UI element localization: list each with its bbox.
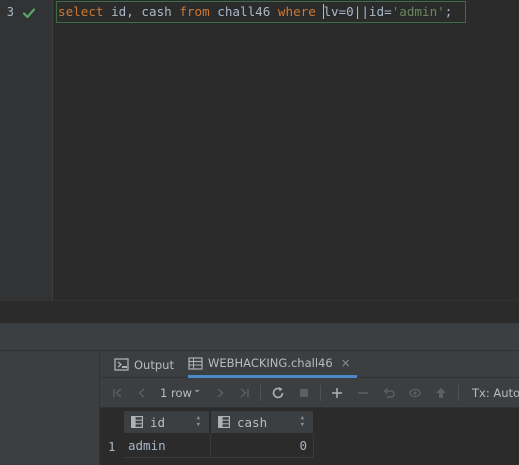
- tab-output[interactable]: Output: [114, 351, 174, 378]
- tab-result-table-label: WEBHACKING.chall46: [208, 356, 333, 370]
- result-toolbar: 1 row ⌄ Tx: Auto ⌄: [100, 378, 519, 408]
- query-text: id, cash: [103, 4, 180, 19]
- add-row-icon[interactable]: [329, 385, 345, 401]
- tab-result-table[interactable]: WEBHACKING.chall46 ×: [188, 351, 357, 378]
- column-header-label: id: [150, 414, 166, 430]
- chevron-down-icon[interactable]: ⌄: [193, 384, 201, 395]
- query-text: chall46: [209, 4, 278, 19]
- column-icon: [218, 416, 230, 428]
- semicolon: ;: [444, 4, 453, 19]
- sql-editor[interactable]: 3 select id, cash from chall46 where lv=…: [0, 0, 519, 300]
- column-header-label: cash: [237, 414, 268, 430]
- close-icon[interactable]: ×: [341, 356, 351, 370]
- result-tabs: Output WEBHACKING.chall46 ×: [100, 351, 519, 378]
- last-page-icon[interactable]: [236, 385, 252, 401]
- query-condition: lv=0||id=: [323, 4, 392, 19]
- keyword-where: where: [277, 4, 316, 19]
- delete-row-icon[interactable]: [355, 385, 371, 401]
- toolbar-divider: [320, 385, 321, 401]
- tab-output-label: Output: [134, 357, 174, 372]
- preview-changes-icon[interactable]: [407, 385, 423, 401]
- keyword-select: select: [58, 4, 104, 19]
- string-literal: 'admin': [391, 4, 445, 19]
- code-line[interactable]: select id, cash from chall46 where lv=0|…: [53, 1, 519, 23]
- line-number: 3: [6, 5, 14, 19]
- column-header-cash[interactable]: cash ▴ ▾: [211, 411, 314, 433]
- sort-icon[interactable]: ▴ ▾: [196, 414, 201, 430]
- table-cell-cash[interactable]: 0: [211, 434, 314, 458]
- sql-query[interactable]: select id, cash from chall46 where lv=0|…: [58, 4, 452, 20]
- console-output-icon: [114, 358, 129, 371]
- row-number: 1: [108, 439, 116, 454]
- toolbar-divider: [458, 385, 459, 401]
- revert-icon[interactable]: [381, 385, 397, 401]
- row-count-selector[interactable]: 1 row: [160, 386, 192, 400]
- table-cell-id[interactable]: admin: [124, 434, 211, 458]
- toolbar-divider: [260, 385, 261, 401]
- result-grid[interactable]: id ▴ ▾ cash ▴ ▾ 1 admin 0: [100, 408, 519, 465]
- previous-page-icon[interactable]: [134, 385, 150, 401]
- sort-icon[interactable]: ▴ ▾: [300, 414, 305, 430]
- transaction-mode-selector[interactable]: Tx: Auto ⌄: [472, 386, 519, 400]
- editor-gutter: 3: [0, 0, 53, 300]
- next-page-icon[interactable]: [212, 385, 228, 401]
- stop-icon[interactable]: [296, 385, 312, 401]
- keyword-from: from: [179, 4, 210, 19]
- column-header-id[interactable]: id ▴ ▾: [124, 411, 210, 433]
- services-panel-header: [0, 323, 519, 351]
- refresh-icon[interactable]: [270, 385, 286, 401]
- table-icon: [188, 356, 203, 370]
- first-page-icon[interactable]: [110, 385, 126, 401]
- editor-bottom-area: [0, 300, 519, 323]
- services-tree[interactable]: [0, 351, 100, 465]
- column-icon: [131, 416, 143, 428]
- check-icon: [22, 8, 36, 19]
- submit-icon[interactable]: [433, 385, 449, 401]
